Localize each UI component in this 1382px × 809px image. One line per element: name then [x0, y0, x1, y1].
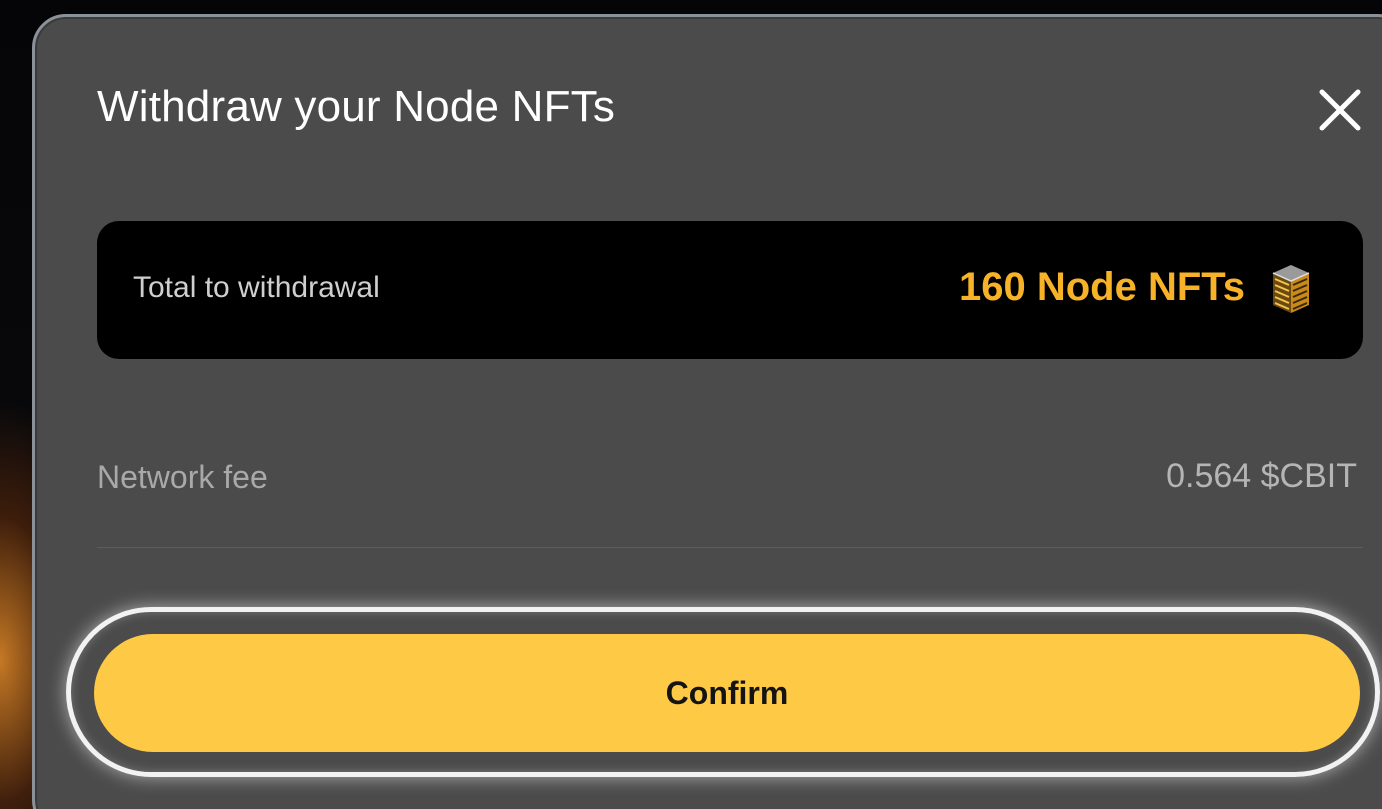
close-icon: [1319, 89, 1361, 131]
network-fee-label: Network fee: [97, 459, 268, 495]
network-fee-value: 0.564 $CBIT: [1166, 457, 1357, 495]
total-withdrawal-panel: Total to withdrawal 160 Node NFTs: [97, 221, 1363, 359]
total-label: Total to withdrawal: [133, 271, 380, 304]
close-button[interactable]: [1305, 75, 1375, 145]
confirm-button[interactable]: Confirm: [94, 634, 1360, 752]
total-value: 160 Node NFTs: [959, 265, 1245, 309]
node-nft-icon: [1272, 265, 1310, 313]
screen-background: Withdraw your Node NFTs Total to withdra…: [0, 0, 1382, 809]
divider: [97, 547, 1363, 548]
modal-title: Withdraw your Node NFTs: [97, 82, 616, 131]
